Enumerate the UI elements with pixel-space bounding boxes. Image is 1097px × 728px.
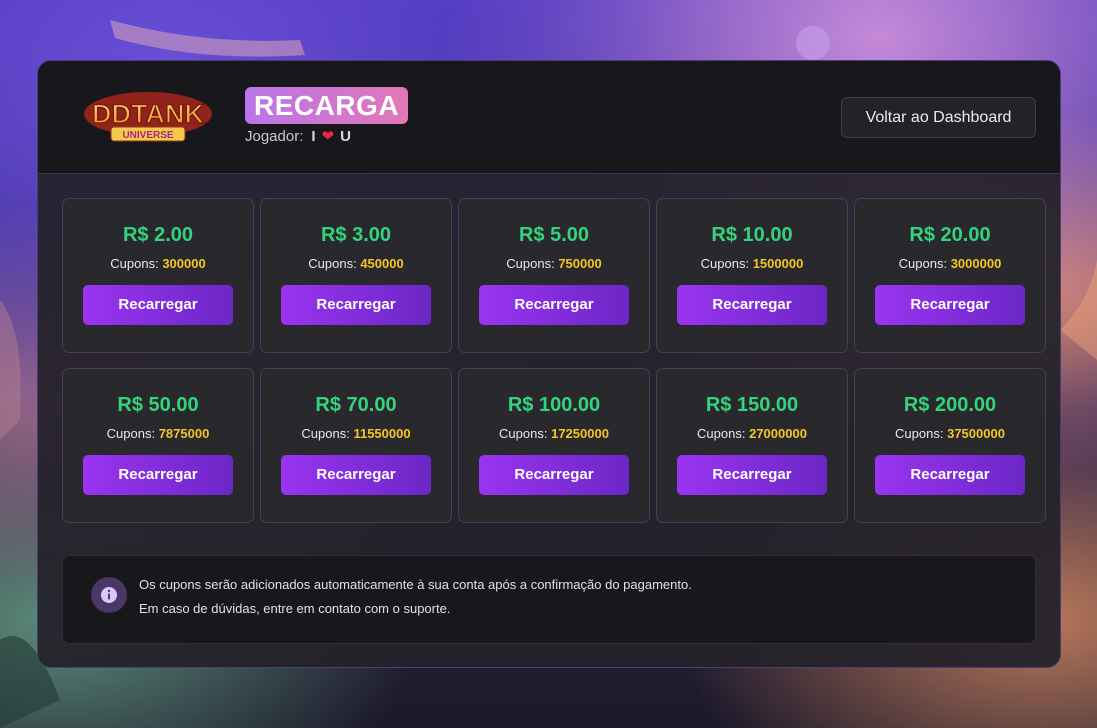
- coupons-value: 750000: [558, 256, 602, 271]
- info-line-2: Em caso de dúvidas, entre em contato com…: [139, 601, 451, 616]
- player-name-right: U: [340, 128, 351, 145]
- page-title: RECARGA: [245, 87, 409, 124]
- package-coupons: Cupons: 3000000: [855, 256, 1045, 272]
- coupons-value: 300000: [162, 256, 206, 271]
- package-card: R$ 70.00 Cupons: 11550000 Recarregar: [260, 368, 452, 523]
- recharge-button[interactable]: Recarregar: [83, 285, 233, 325]
- coupons-value: 7875000: [158, 426, 210, 441]
- package-card: R$ 2.00 Cupons: 300000 Recarregar: [62, 198, 254, 353]
- package-coupons: Cupons: 750000: [459, 256, 649, 272]
- info-line-1: Os cupons serão adicionados automaticame…: [139, 577, 692, 592]
- package-coupons: Cupons: 7875000: [63, 426, 253, 442]
- package-price: R$ 100.00: [507, 394, 601, 416]
- recharge-button[interactable]: Recarregar: [479, 455, 629, 495]
- package-card: R$ 20.00 Cupons: 3000000 Recarregar: [854, 198, 1046, 353]
- info-box: Os cupons serão adicionados automaticame…: [62, 555, 1036, 644]
- package-card: R$ 10.00 Cupons: 1500000 Recarregar: [656, 198, 848, 353]
- package-card: R$ 3.00 Cupons: 450000 Recarregar: [260, 198, 452, 353]
- package-coupons: Cupons: 37500000: [855, 426, 1045, 442]
- coupons-value: 17250000: [551, 426, 609, 441]
- coupons-value: 11550000: [353, 426, 411, 441]
- package-price: R$ 3.00: [320, 224, 392, 246]
- package-coupons: Cupons: 27000000: [657, 426, 847, 442]
- package-card: R$ 100.00 Cupons: 17250000 Recarregar: [458, 368, 650, 523]
- package-card: R$ 50.00 Cupons: 7875000 Recarregar: [62, 368, 254, 523]
- coupons-label: Cupons:: [499, 426, 548, 441]
- package-coupons: Cupons: 17250000: [459, 426, 649, 442]
- package-price: R$ 2.00: [122, 224, 194, 246]
- panel-header: DDTANK UNIVERSE RECARGA Jogador: I ❤ U V…: [38, 61, 1060, 174]
- package-price: R$ 5.00: [518, 224, 590, 246]
- heart-icon: ❤: [321, 128, 335, 145]
- package-price: R$ 20.00: [909, 224, 991, 246]
- player-name: I ❤ U: [311, 128, 351, 146]
- package-card: R$ 200.00 Cupons: 37500000 Recarregar: [854, 368, 1046, 523]
- recharge-button[interactable]: Recarregar: [677, 455, 827, 495]
- back-to-dashboard-button[interactable]: Voltar ao Dashboard: [841, 97, 1036, 138]
- package-price: R$ 70.00: [315, 394, 397, 416]
- coupons-value: 37500000: [947, 426, 1005, 441]
- svg-text:UNIVERSE: UNIVERSE: [122, 130, 173, 141]
- recharge-button[interactable]: Recarregar: [83, 455, 233, 495]
- info-text: Os cupons serão adicionados automaticame…: [139, 573, 692, 621]
- coupons-label: Cupons:: [308, 256, 357, 271]
- coupons-value: 450000: [360, 256, 404, 271]
- package-card: R$ 5.00 Cupons: 750000 Recarregar: [458, 198, 650, 353]
- recharge-button[interactable]: Recarregar: [677, 285, 827, 325]
- coupons-label: Cupons:: [301, 426, 350, 441]
- coupons-label: Cupons:: [700, 256, 750, 271]
- info-icon: [91, 577, 127, 613]
- player-info: Jogador: I ❤ U: [245, 128, 351, 146]
- package-price: R$ 200.00: [903, 394, 997, 416]
- coupons-label: Cupons:: [506, 256, 555, 271]
- info-circle-icon: [101, 587, 117, 603]
- coupons-value: 27000000: [749, 426, 807, 441]
- player-label: Jogador:: [245, 128, 304, 145]
- recharge-button[interactable]: Recarregar: [281, 455, 431, 495]
- player-name-left: I: [311, 128, 316, 145]
- recharge-panel: DDTANK UNIVERSE RECARGA Jogador: I ❤ U V…: [37, 60, 1061, 668]
- coupons-label: Cupons:: [697, 426, 746, 441]
- coupons-value: 1500000: [752, 256, 804, 271]
- svg-text:DDTANK: DDTANK: [92, 99, 204, 129]
- coupons-label: Cupons:: [106, 426, 156, 441]
- recharge-button[interactable]: Recarregar: [281, 285, 431, 325]
- package-grid: R$ 2.00 Cupons: 300000 Recarregar R$ 3.0…: [62, 198, 1046, 523]
- coupons-label: Cupons:: [110, 256, 159, 271]
- package-price: R$ 10.00: [711, 224, 793, 246]
- package-coupons: Cupons: 300000: [63, 256, 253, 272]
- ddtank-universe-logo: DDTANK UNIVERSE: [84, 92, 212, 142]
- package-coupons: Cupons: 450000: [261, 256, 451, 272]
- package-card: R$ 150.00 Cupons: 27000000 Recarregar: [656, 368, 848, 523]
- recharge-button[interactable]: Recarregar: [875, 285, 1025, 325]
- recharge-button[interactable]: Recarregar: [479, 285, 629, 325]
- package-price: R$ 150.00: [705, 394, 799, 416]
- package-price: R$ 50.00: [117, 394, 199, 416]
- package-coupons: Cupons: 11550000: [261, 426, 451, 442]
- coupons-value: 3000000: [950, 256, 1002, 271]
- recharge-button[interactable]: Recarregar: [875, 455, 1025, 495]
- package-coupons: Cupons: 1500000: [657, 256, 847, 272]
- coupons-label: Cupons:: [898, 256, 948, 271]
- coupons-label: Cupons:: [895, 426, 944, 441]
